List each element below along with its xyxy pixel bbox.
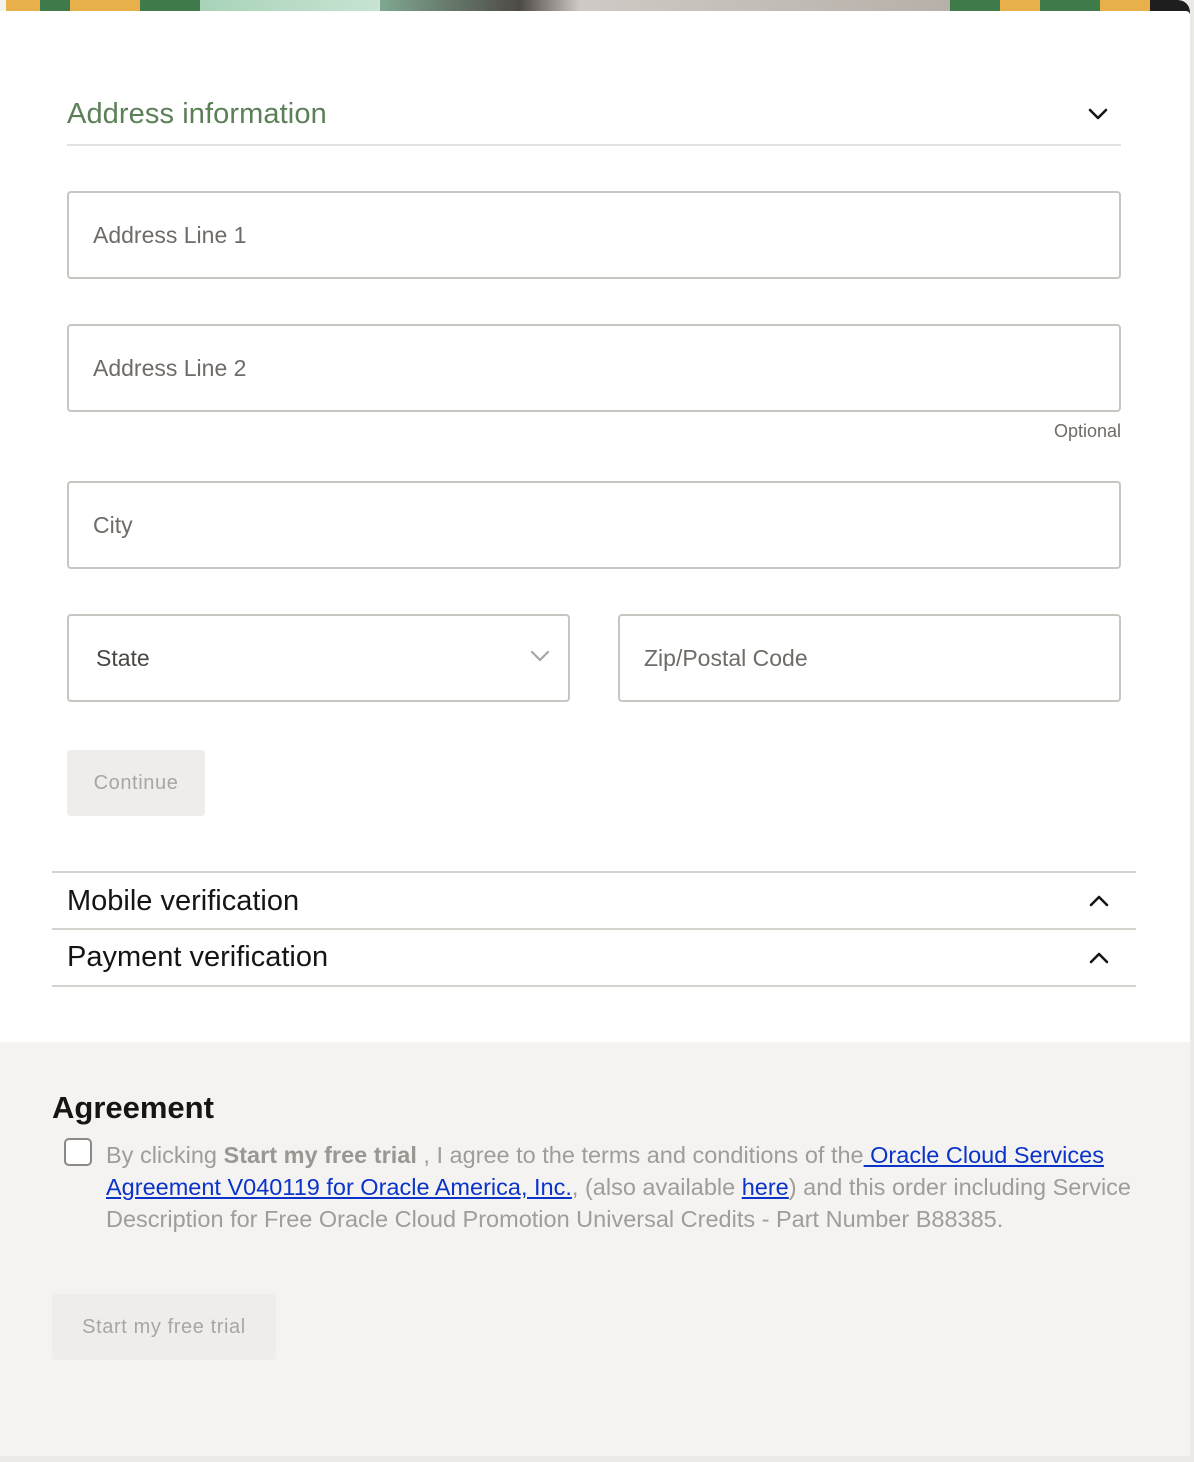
address-line-1-input[interactable] — [69, 193, 1119, 277]
address-line-2-input[interactable] — [69, 326, 1119, 410]
chevron-up-icon[interactable] — [1088, 947, 1110, 969]
payment-verification-title: Payment verification — [67, 941, 329, 973]
state-select[interactable]: State — [67, 614, 570, 702]
agreement-bold-text: Start my free trial — [223, 1142, 417, 1168]
signup-card: Address information Optional State Conti… — [0, 0, 1190, 1456]
start-free-trial-button[interactable]: Start my free trial — [52, 1294, 276, 1360]
address-line-1-field[interactable] — [67, 191, 1121, 279]
agreement-text-part: , (also available — [571, 1174, 742, 1200]
mobile-verification-header[interactable]: Mobile verification — [52, 871, 1136, 929]
chevron-up-icon[interactable] — [1088, 890, 1110, 912]
city-field[interactable] — [67, 481, 1121, 569]
here-link[interactable]: here — [742, 1174, 789, 1200]
optional-hint: Optional — [1053, 421, 1121, 441]
agreement-title: Agreement — [52, 1090, 214, 1125]
agreement-text-part: , I agree to the terms and conditions of… — [416, 1142, 864, 1168]
zip-field[interactable] — [618, 614, 1121, 702]
address-line-2-field[interactable] — [67, 324, 1121, 412]
agreement-checkbox[interactable] — [64, 1138, 92, 1166]
agreement-text-part: By clicking — [106, 1142, 224, 1168]
chevron-down-icon[interactable] — [1087, 103, 1109, 125]
continue-button[interactable]: Continue — [67, 750, 205, 816]
state-select-value: State — [96, 644, 150, 671]
chevron-down-icon — [530, 649, 550, 667]
decorative-banner — [0, 0, 1190, 15]
mobile-verification-title: Mobile verification — [67, 884, 300, 917]
address-section-header[interactable]: Address information — [67, 84, 1121, 146]
city-input[interactable] — [69, 483, 1119, 567]
address-section-title: Address information — [67, 97, 327, 130]
agreement-text: By clicking Start my free trial , I agre… — [106, 1139, 1146, 1235]
payment-verification-header[interactable]: Payment verification — [52, 928, 1136, 987]
zip-input[interactable] — [620, 616, 1119, 700]
